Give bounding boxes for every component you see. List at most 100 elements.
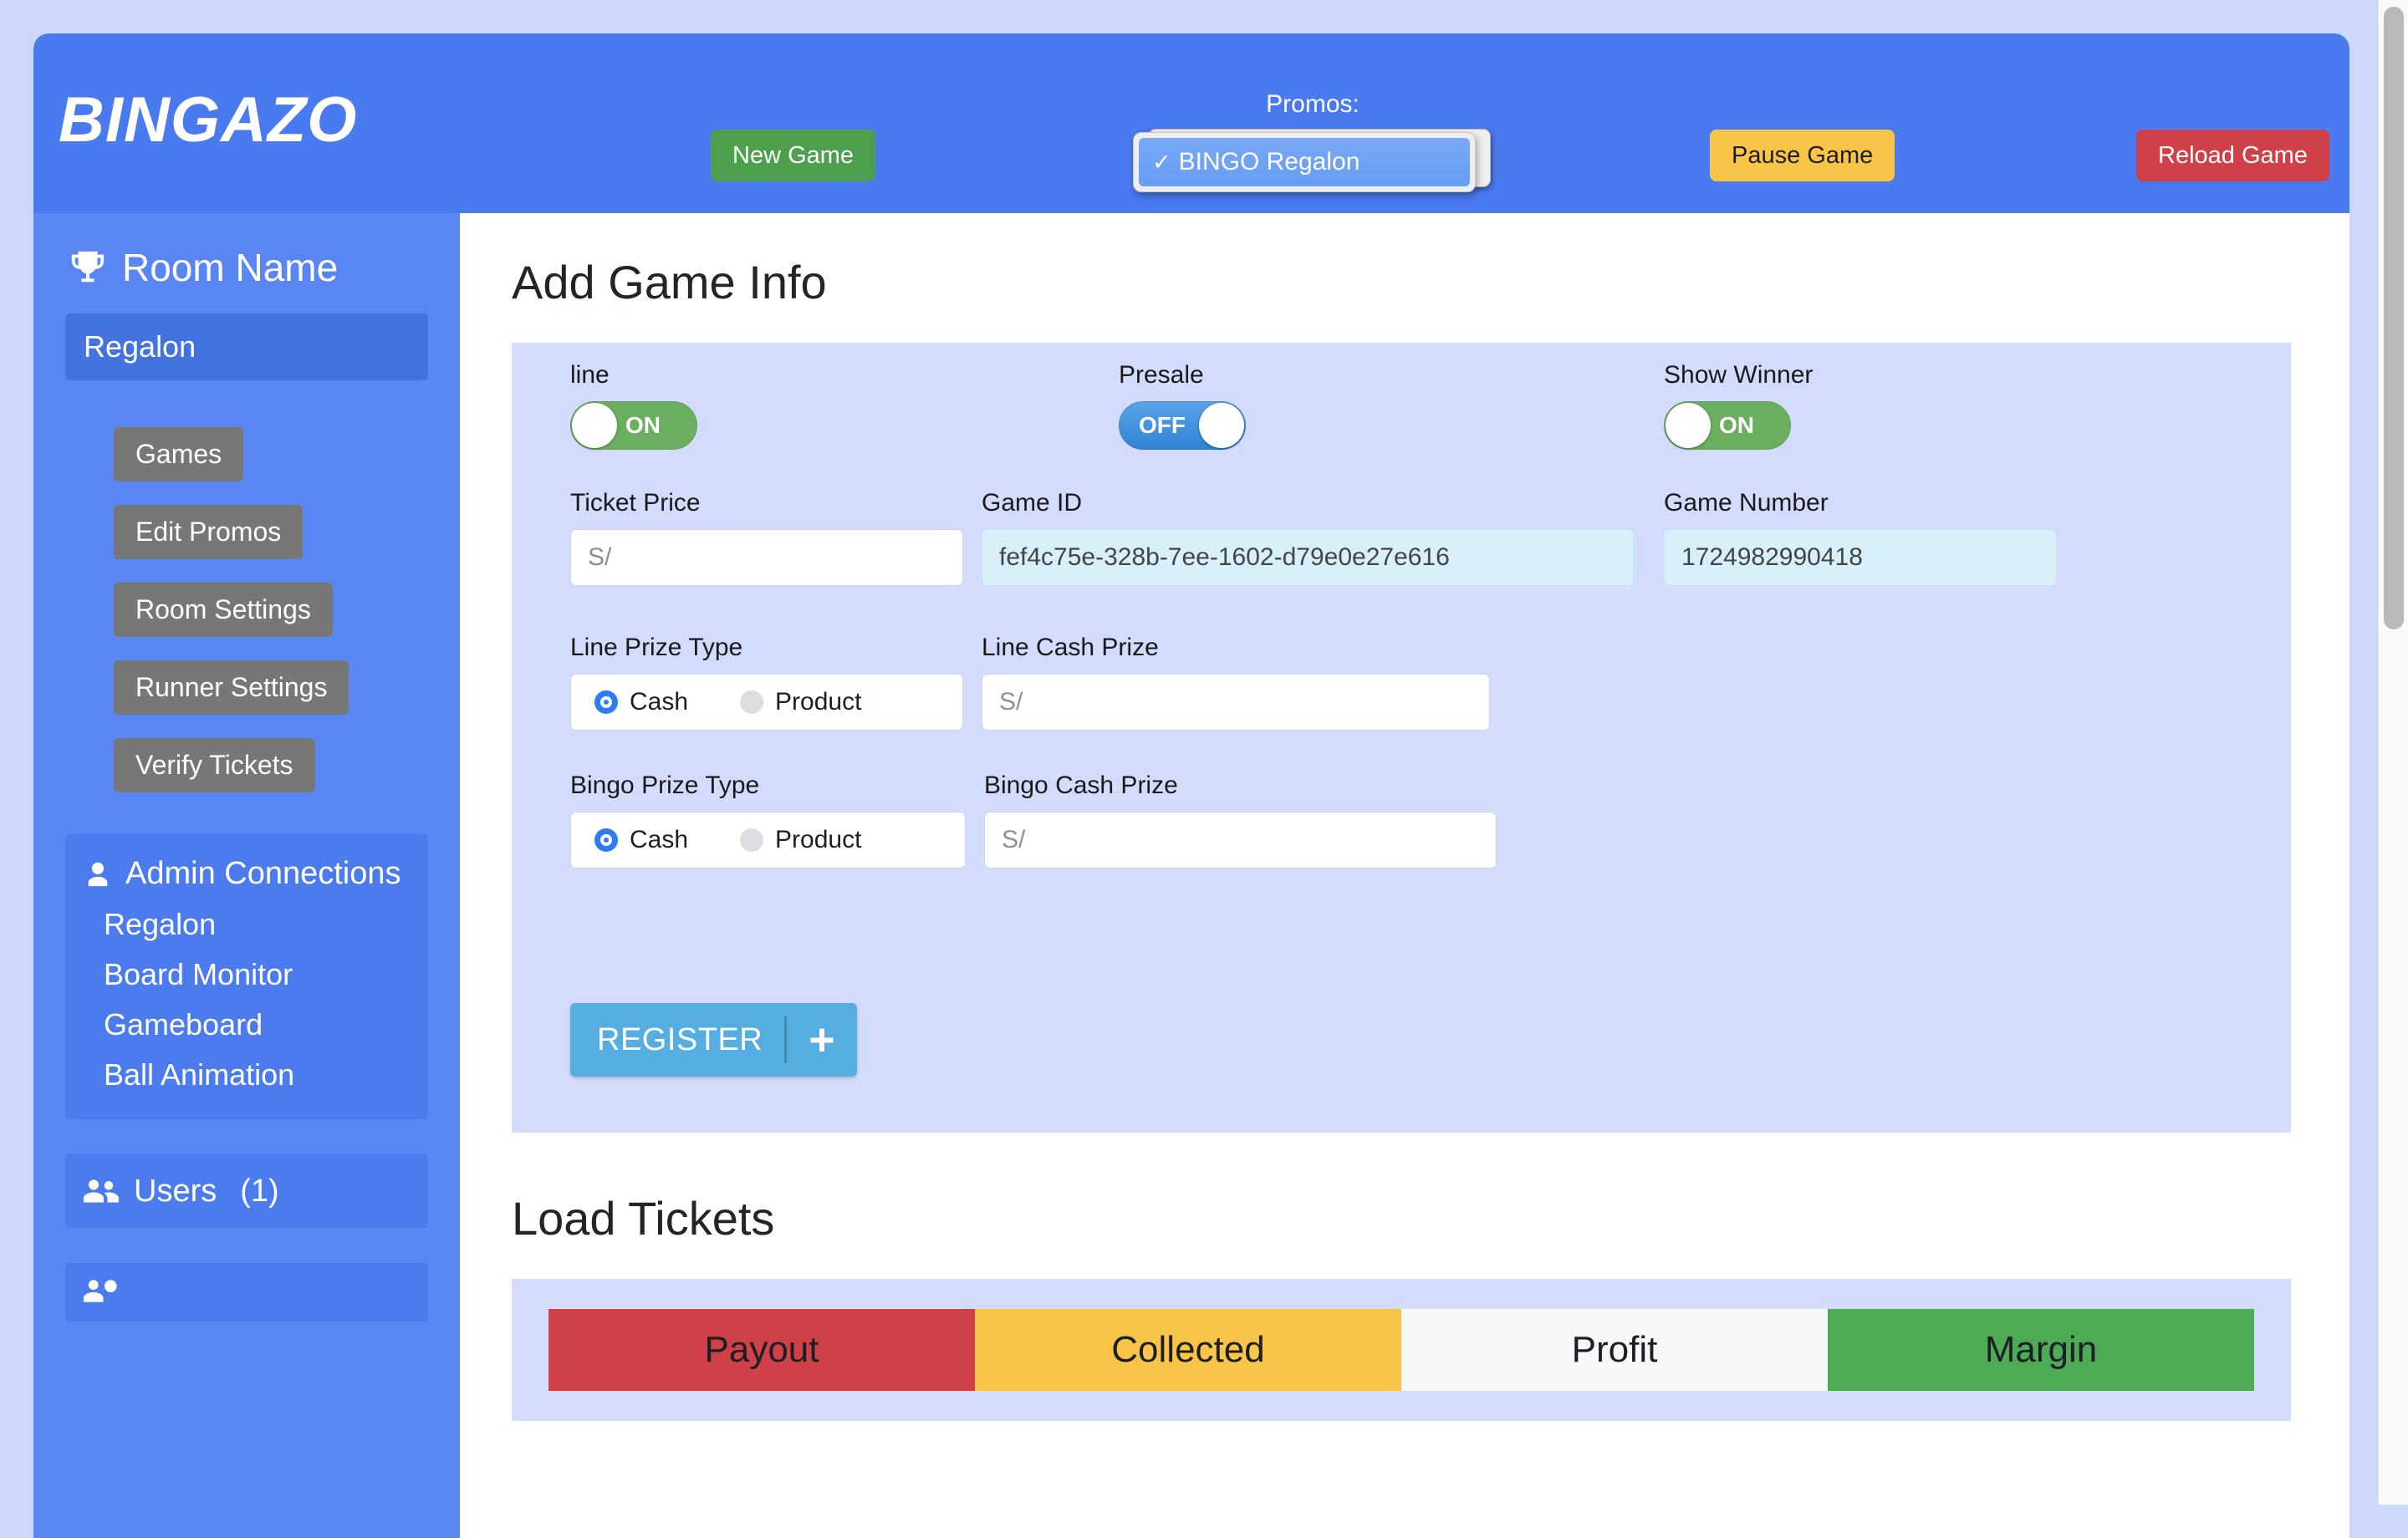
reload-game-button[interactable]: Reload Game: [2136, 130, 2329, 181]
add-game-info-panel: line ON Presale OFF Show Winner ON Ticke…: [512, 343, 2291, 1133]
users-count: (1): [240, 1173, 279, 1209]
body-split: Room Name Regalon Games Edit Promos Room…: [33, 213, 2349, 1538]
register-divider: [784, 1016, 788, 1063]
sidebar-item-edit-promos[interactable]: Edit Promos: [114, 505, 304, 559]
sidebar: Room Name Regalon Games Edit Promos Room…: [33, 213, 460, 1538]
radio-line-prize-product[interactable]: Product: [740, 688, 861, 716]
game-number-input[interactable]: [1664, 529, 2057, 586]
label-bingo-prize-type: Bingo Prize Type: [570, 772, 760, 799]
label-game-id: Game ID: [982, 489, 1083, 517]
field-group-bingo-cash-prize: Bingo Cash Prize: [984, 772, 1497, 868]
scrollbar-thumb[interactable]: [2384, 7, 2404, 629]
connection-item-ball-animation[interactable]: Ball Animation: [65, 1042, 428, 1092]
trophy-icon: [71, 251, 105, 283]
radio-dot-icon: [740, 828, 764, 852]
label-line-cash-prize: Line Cash Prize: [982, 634, 1159, 661]
sidebar-nav: Games Edit Promos Room Settings Runner S…: [33, 427, 460, 792]
field-group-game-id: Game ID: [982, 489, 1634, 586]
brand-logo: BINGAZO: [59, 84, 358, 155]
toggle-state-show-winner: ON: [1719, 412, 1754, 438]
new-game-button[interactable]: New Game: [711, 130, 876, 181]
sidebar-bottom-panel[interactable]: [65, 1263, 428, 1322]
load-tickets-title: Load Tickets: [512, 1192, 775, 1245]
toggle-knob: [1666, 403, 1711, 448]
metric-payout: Payout: [548, 1309, 975, 1391]
users-gear-icon: [84, 1280, 117, 1302]
promos-option-label: BINGO Regalon: [1178, 148, 1360, 176]
main-content: Add Game Info line ON Presale OFF Show W…: [460, 213, 2349, 1538]
pause-game-button[interactable]: Pause Game: [1710, 130, 1895, 181]
metric-collected: Collected: [975, 1309, 1401, 1391]
line-cash-prize-input[interactable]: [982, 674, 1490, 731]
promos-label: Promos:: [1266, 90, 1360, 118]
register-button[interactable]: REGISTER +: [570, 1003, 857, 1077]
page-scrollbar[interactable]: [2378, 0, 2408, 1505]
room-name-header: Room Name: [33, 213, 460, 290]
radio-label-cash: Cash: [630, 688, 689, 716]
label-line-prize-type: Line Prize Type: [570, 634, 743, 661]
sidebar-item-runner-settings[interactable]: Runner Settings: [114, 660, 349, 715]
room-name-title: Room Name: [122, 246, 339, 289]
radio-line-prize-cash[interactable]: Cash: [594, 688, 688, 716]
radio-bingo-prize-product[interactable]: Product: [740, 826, 861, 854]
radio-dot-icon: [594, 828, 618, 852]
plus-icon: +: [809, 1015, 835, 1065]
radio-label-product: Product: [775, 688, 862, 716]
user-icon: [88, 862, 108, 886]
label-ticket-price: Ticket Price: [570, 489, 701, 517]
metric-profit: Profit: [1401, 1309, 1828, 1391]
promos-selector[interactable]: Promos: ⌄ ✓BINGO Regalon: [1133, 90, 1492, 192]
radio-bingo-prize-cash[interactable]: Cash: [594, 826, 688, 854]
radio-label-product: Product: [775, 826, 862, 853]
metric-margin: Margin: [1828, 1309, 2254, 1391]
radio-label-cash: Cash: [630, 826, 689, 853]
radio-group-bingo-prize-type[interactable]: Cash Product: [570, 812, 966, 868]
toggle-group-presale: Presale OFF: [1119, 361, 1246, 450]
admin-connections-title: Admin Connections: [125, 856, 401, 891]
radio-group-line-prize-type[interactable]: Cash Product: [570, 674, 963, 731]
label-game-number: Game Number: [1664, 489, 1829, 517]
label-bingo-cash-prize: Bingo Cash Prize: [984, 772, 1178, 799]
toggle-group-line: line ON: [570, 361, 697, 450]
field-group-ticket-price: Ticket Price: [570, 489, 963, 586]
toggle-label-show-winner: Show Winner: [1664, 361, 1814, 389]
app-header: BINGAZO New Game Promos: ⌄ ✓BINGO Regalo…: [33, 33, 2349, 213]
radio-dot-icon: [594, 690, 618, 714]
field-group-line-prize-type: Line Prize Type Cash Product: [570, 634, 963, 731]
admin-connections-header: Admin Connections: [65, 856, 428, 892]
app-window: BINGAZO New Game Promos: ⌄ ✓BINGO Regalo…: [33, 33, 2349, 1538]
check-icon: ✓: [1152, 150, 1171, 175]
radio-dot-icon: [740, 690, 764, 714]
field-group-bingo-prize-type: Bingo Prize Type Cash Product: [570, 772, 966, 868]
users-icon: [84, 1179, 119, 1203]
game-id-input[interactable]: [982, 529, 1634, 586]
sidebar-room-selected[interactable]: Regalon: [65, 313, 428, 380]
toggle-line[interactable]: ON: [570, 401, 697, 450]
toggle-state-line: ON: [625, 412, 661, 438]
metrics-bar: Payout Collected Profit Margin: [548, 1309, 2254, 1391]
connection-item-board-monitor[interactable]: Board Monitor: [65, 942, 428, 992]
register-button-label: REGISTER: [597, 1021, 763, 1057]
toggle-group-show-winner: Show Winner ON: [1664, 361, 1813, 450]
sidebar-item-verify-tickets[interactable]: Verify Tickets: [114, 738, 315, 792]
users-title: Users: [134, 1173, 217, 1209]
field-group-line-cash-prize: Line Cash Prize: [982, 634, 1490, 731]
sidebar-item-games[interactable]: Games: [114, 427, 244, 481]
toggle-state-presale: OFF: [1139, 412, 1186, 438]
admin-connections-panel: Admin Connections Regalon Board Monitor …: [65, 834, 428, 1119]
toggle-show-winner[interactable]: ON: [1664, 401, 1791, 450]
users-panel[interactable]: Users (1): [65, 1154, 428, 1228]
page-title: Add Game Info: [512, 256, 827, 308]
bingo-cash-prize-input[interactable]: [984, 812, 1497, 868]
toggle-knob: [572, 403, 617, 448]
toggle-label-presale: Presale: [1119, 361, 1204, 389]
toggle-presale[interactable]: OFF: [1119, 401, 1246, 450]
field-group-game-number: Game Number: [1664, 489, 2057, 586]
toggle-knob: [1199, 403, 1244, 448]
promos-dropdown-popup[interactable]: ✓ BINGO Regalon: [1133, 132, 1476, 192]
ticket-price-input[interactable]: [570, 529, 963, 586]
promos-option-bingo-regalon[interactable]: ✓ BINGO Regalon: [1139, 138, 1470, 186]
sidebar-item-room-settings[interactable]: Room Settings: [114, 583, 333, 637]
connection-item-gameboard[interactable]: Gameboard: [65, 992, 428, 1042]
connection-item-regalon[interactable]: Regalon: [65, 892, 428, 942]
